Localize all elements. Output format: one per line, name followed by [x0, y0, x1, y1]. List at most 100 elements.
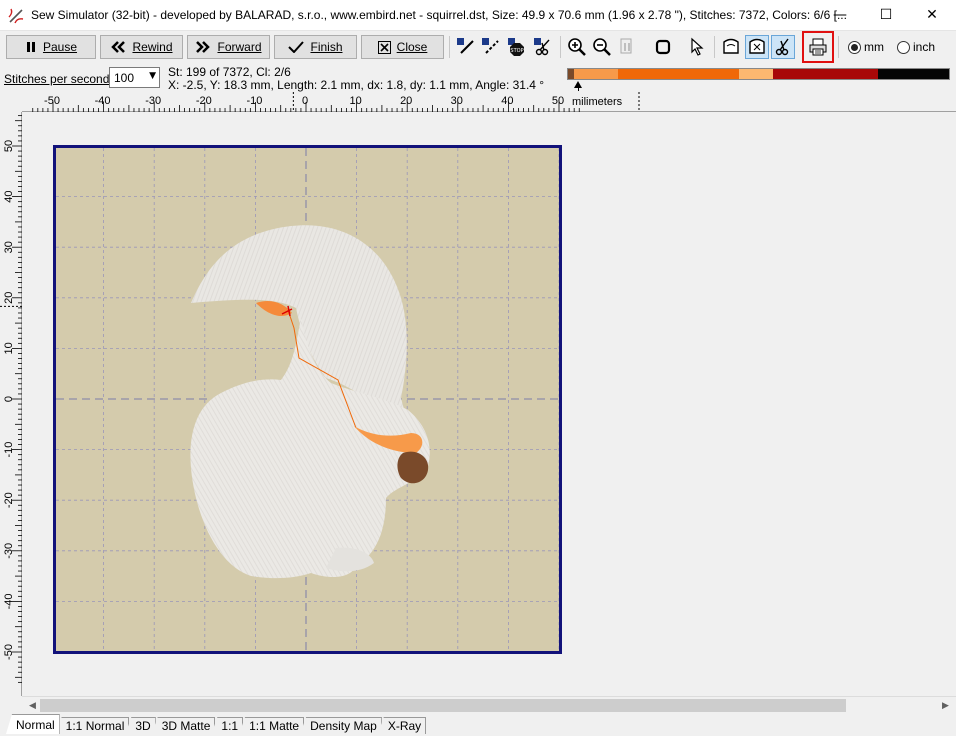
forward-icon: [196, 41, 211, 53]
needle-app-icon: [8, 8, 24, 24]
ruler-y-label: 50: [3, 140, 15, 152]
ruler-y-label: 20: [3, 292, 15, 304]
ruler-y-label: 0: [3, 396, 15, 402]
print-button[interactable]: [802, 31, 834, 63]
forward-button[interactable]: Forward: [187, 35, 270, 59]
color-segment[interactable]: [738, 69, 773, 79]
speed-value: 100: [114, 70, 135, 85]
forward-label: Forward: [217, 40, 262, 54]
color-segment[interactable]: [772, 69, 879, 79]
color-sequence-bar[interactable]: [567, 68, 950, 80]
ruler-x-label: -30: [145, 95, 161, 107]
pause-button[interactable]: Pause: [6, 35, 96, 59]
ruler-corner: [0, 92, 22, 112]
ruler-x-label: 50: [552, 95, 564, 107]
sew-jump-button[interactable]: [479, 35, 503, 59]
select-cursor-icon: [691, 37, 704, 56]
print-icon: [809, 38, 827, 56]
ruler-x-label: -50: [44, 95, 60, 107]
minimize-button[interactable]: —: [817, 0, 863, 30]
zoom-in-icon: [568, 38, 586, 56]
rewind-button[interactable]: Rewind: [100, 35, 183, 59]
units-label: milimeters: [572, 96, 623, 108]
unit-mm-radio[interactable]: mm: [848, 40, 884, 54]
show-trims-icon: [775, 38, 789, 56]
close-box-icon: [377, 40, 391, 54]
close-button[interactable]: Close: [361, 35, 444, 59]
scroll-thumb[interactable]: [40, 699, 846, 712]
ruler-y-label: 40: [3, 190, 15, 202]
tab-1-1-matte[interactable]: 1:1 Matte: [239, 717, 305, 734]
trim-icon: [534, 38, 550, 56]
svg-text:STOP: STOP: [510, 48, 523, 54]
zoom-1to1-button[interactable]: [616, 35, 640, 59]
tab-3d[interactable]: 3D: [125, 717, 156, 734]
ruler-left: 50 40 30 20 10 0 -10 -20 -30 -40 -50: [0, 112, 22, 696]
unit-inch-label: inch: [913, 40, 936, 54]
ruler-y-label: -10: [3, 442, 15, 458]
tab-1-1[interactable]: 1:1: [211, 717, 244, 734]
tab-x-ray[interactable]: X-Ray: [377, 717, 427, 734]
design-canvas[interactable]: [23, 113, 956, 696]
close-icon: ✕: [926, 7, 938, 23]
ruler-x-label: 30: [451, 95, 463, 107]
stitch-status: St: 199 of 7372, Cl: 2/6: [168, 65, 291, 79]
trim-button[interactable]: [531, 35, 555, 59]
scroll-left-icon[interactable]: ◀: [24, 697, 41, 714]
toolbar-separator: [838, 36, 839, 58]
toolbar-separator: [560, 36, 561, 58]
show-stitches-icon: [749, 38, 765, 54]
stop-icon: STOP: [508, 38, 524, 56]
maximize-icon: ☐: [879, 7, 893, 23]
ruler-y-label: 30: [3, 241, 15, 253]
zoom-in-button[interactable]: [565, 35, 589, 59]
tab-normal[interactable]: Normal: [6, 714, 60, 734]
close-window-button[interactable]: ✕: [909, 0, 955, 30]
toolbar-separator: [714, 36, 715, 58]
sew-single-icon: [457, 38, 474, 54]
finish-button[interactable]: Finish: [274, 35, 357, 59]
tab-density-map[interactable]: Density Map: [300, 717, 382, 734]
pause-icon: [26, 42, 35, 52]
close-label: Close: [396, 40, 428, 54]
color-segment[interactable]: [617, 69, 739, 79]
ruler-left-scale: 50 40 30 20 10 0 -10 -20 -30 -40 -50: [0, 115, 22, 683]
ruler-y-label: -30: [3, 543, 15, 559]
ruler-y-label: -40: [3, 593, 15, 609]
sew-single-button[interactable]: [454, 35, 478, 59]
radio-circle: [897, 40, 910, 54]
scroll-right-icon[interactable]: ▶: [937, 697, 954, 714]
position-status: X: -2.5, Y: 18.3 mm, Length: 2.1 mm, dx:…: [168, 78, 545, 92]
zoom-out-button[interactable]: [590, 35, 614, 59]
horizontal-scrollbar[interactable]: ◀ ▶: [22, 696, 956, 713]
ruler-y-label: 10: [3, 342, 15, 354]
pause-label: Pause: [42, 40, 78, 54]
show-design-button[interactable]: [719, 35, 743, 59]
fit-view-button[interactable]: [651, 35, 675, 59]
tab-1-1-normal[interactable]: 1:1 Normal: [55, 717, 130, 734]
show-trims-button[interactable]: [771, 35, 795, 59]
ruler-x-label: 20: [400, 95, 412, 107]
color-segment[interactable]: [573, 69, 618, 79]
minimize-icon: —: [833, 7, 847, 23]
color-position-tick: [578, 86, 579, 91]
maximize-button[interactable]: ☐: [863, 0, 909, 30]
unit-inch-radio[interactable]: inch: [897, 40, 935, 54]
rewind-label: Rewind: [132, 40, 173, 54]
view-tabs: Normal 1:1 Normal 3D 3D Matte 1:1 1:1 Matte De…: [6, 714, 427, 734]
show-stitches-button[interactable]: [745, 35, 769, 59]
stop-button[interactable]: STOP: [505, 35, 529, 59]
toolbar-separator: [449, 36, 450, 58]
ruler-x-label: -20: [196, 95, 212, 107]
select-cursor-button[interactable]: [686, 35, 710, 59]
tab-3d-matte[interactable]: 3D Matte: [151, 717, 216, 734]
speed-select[interactable]: 100 ▼: [109, 67, 160, 88]
ruler-y-label: -50: [3, 644, 15, 660]
zoom-out-icon: [593, 38, 611, 56]
color-segment[interactable]: [878, 69, 949, 79]
speed-label: Stitches per second:: [4, 72, 113, 86]
ruler-top-scale: -50 -40 -30 -20 -10 0 10 20 30 40 50: [32, 92, 640, 112]
ruler-y-label: -20: [3, 492, 15, 508]
show-design-icon: [723, 38, 739, 54]
checkmark-icon: [288, 41, 305, 53]
